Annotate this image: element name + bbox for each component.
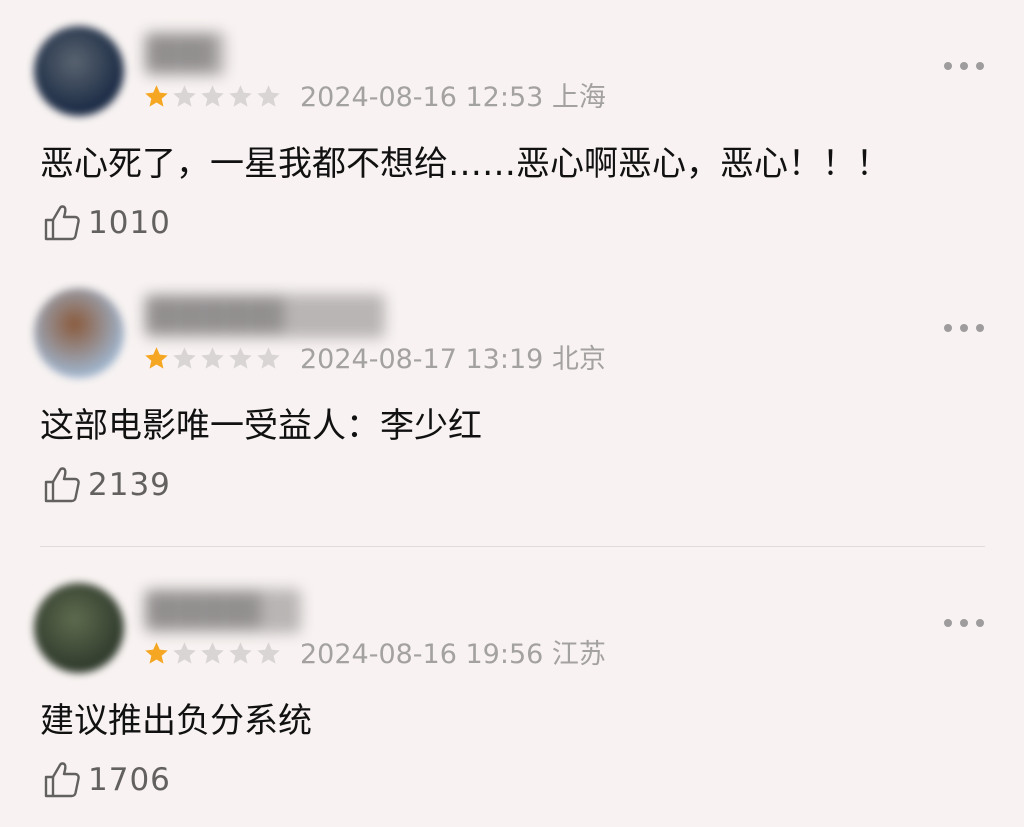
comment-date-location: 2024-08-17 13:19 北京 xyxy=(300,344,606,375)
star-icon xyxy=(171,640,198,667)
comment-item: ██████ 2024-08-17 13:19 北京 这部电影唯一受益人：李少红… xyxy=(0,262,1024,532)
comment-date-location: 2024-08-16 19:56 江苏 xyxy=(300,639,606,670)
star-rating xyxy=(143,640,282,667)
username[interactable]: ███ xyxy=(145,32,225,76)
star-icon xyxy=(171,345,198,372)
more-dots-icon[interactable] xyxy=(944,318,984,338)
star-icon xyxy=(143,345,170,372)
comment-item: █████ 2024-08-16 19:56 江苏 建议推出负分系统 1706 xyxy=(0,557,1024,827)
comment-text: 这部电影唯一受益人：李少红 xyxy=(40,406,482,446)
star-rating xyxy=(143,83,282,110)
like-count: 1706 xyxy=(88,762,171,798)
thumbs-up-icon xyxy=(44,205,80,241)
star-icon xyxy=(255,640,282,667)
star-icon xyxy=(199,640,226,667)
like-count: 2139 xyxy=(88,467,171,503)
star-rating xyxy=(143,345,282,372)
star-icon xyxy=(227,83,254,110)
more-dots-icon[interactable] xyxy=(944,56,984,76)
star-icon xyxy=(227,345,254,372)
divider xyxy=(40,546,985,547)
star-icon xyxy=(199,83,226,110)
star-icon xyxy=(255,83,282,110)
avatar[interactable] xyxy=(34,583,124,673)
star-icon xyxy=(227,640,254,667)
username[interactable]: █████ xyxy=(145,589,301,633)
comment-date-location: 2024-08-16 12:53 上海 xyxy=(300,82,606,113)
like-button[interactable]: 1010 xyxy=(42,200,171,246)
thumbs-up-icon xyxy=(44,762,80,798)
thumbs-up-icon xyxy=(44,467,80,503)
avatar[interactable] xyxy=(34,26,124,116)
like-count: 1010 xyxy=(88,205,171,241)
star-icon xyxy=(143,83,170,110)
username[interactable]: ██████ xyxy=(145,294,385,338)
more-dots-icon[interactable] xyxy=(944,613,984,633)
star-icon xyxy=(255,345,282,372)
avatar[interactable] xyxy=(34,288,124,378)
comment-text: 建议推出负分系统 xyxy=(40,701,312,741)
star-icon xyxy=(143,640,170,667)
star-icon xyxy=(171,83,198,110)
like-button[interactable]: 2139 xyxy=(42,462,171,508)
comment-text: 恶心死了，一星我都不想给……恶心啊恶心，恶心！！！ xyxy=(40,144,890,184)
comment-item: ███ 2024-08-16 12:53 上海 恶心死了，一星我都不想给……恶心… xyxy=(0,0,1024,270)
star-icon xyxy=(199,345,226,372)
like-button[interactable]: 1706 xyxy=(42,757,171,803)
